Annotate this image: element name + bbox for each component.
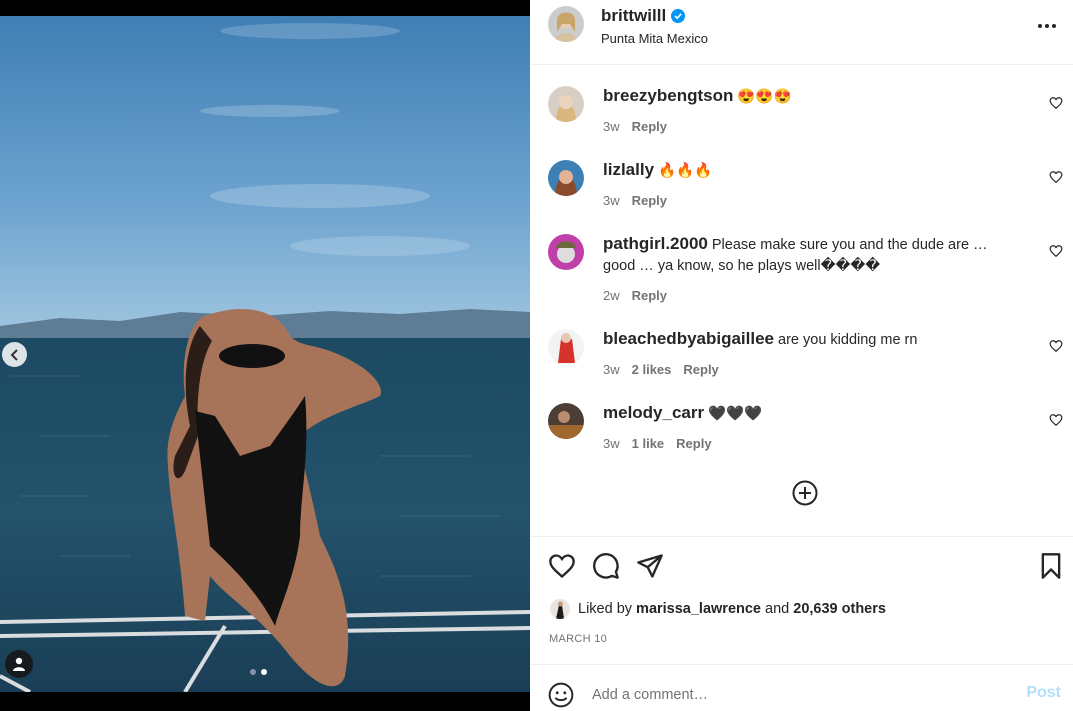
post-side-panel: brittwilll Punta Mita Mexico breezybengt… xyxy=(530,0,1073,711)
heart-icon[interactable] xyxy=(1049,244,1063,258)
author-username-text[interactable]: brittwilll xyxy=(601,6,666,26)
liked-by-prefix: Liked by xyxy=(578,601,633,617)
reply-button[interactable]: Reply xyxy=(632,285,667,306)
comment-username[interactable]: bleachedbyabigaillee xyxy=(603,329,774,348)
avatar-image xyxy=(548,160,584,196)
more-options-icon[interactable] xyxy=(1035,16,1059,36)
verified-badge-icon xyxy=(671,9,686,23)
post-photo[interactable] xyxy=(0,16,530,692)
media-pane xyxy=(0,0,530,711)
liked-by-user[interactable]: marissa_lawrence xyxy=(636,601,761,617)
post-actions: Liked by marissa_lawrence and 20,639 oth… xyxy=(530,536,1073,664)
commenter-avatar[interactable] xyxy=(548,86,584,122)
comment-time[interactable]: 3w xyxy=(603,190,620,211)
liked-by-text: Liked by marissa_lawrence and 20,639 oth… xyxy=(578,601,886,617)
comment-text: 🖤🖤🖤 xyxy=(708,406,763,422)
carousel-dot-active xyxy=(261,669,267,675)
load-more-comments-icon[interactable] xyxy=(791,479,819,507)
avatar-image xyxy=(548,6,584,42)
post-header: brittwilll Punta Mita Mexico xyxy=(530,0,1073,65)
liker-avatar[interactable] xyxy=(550,599,570,619)
user-icon xyxy=(13,657,25,671)
heart-icon[interactable] xyxy=(1049,96,1063,110)
commenter-avatar[interactable] xyxy=(548,234,584,270)
reply-button[interactable]: Reply xyxy=(632,116,667,137)
bookmark-icon[interactable] xyxy=(1037,552,1065,580)
avatar-image xyxy=(548,234,584,270)
comment-username[interactable]: melody_carr xyxy=(603,403,704,422)
comment-composer: Post xyxy=(530,664,1073,711)
carousel-dot xyxy=(250,669,256,675)
commenter-avatar[interactable] xyxy=(548,160,584,196)
tagged-users-button[interactable] xyxy=(5,650,33,678)
comment-meta: 3w 2 likes Reply xyxy=(603,359,1023,380)
author-avatar[interactable] xyxy=(548,6,584,42)
liked-by-others[interactable]: 20,639 others xyxy=(793,601,886,617)
comment-text: 🔥🔥🔥 xyxy=(658,163,713,179)
reply-button[interactable]: Reply xyxy=(683,359,718,380)
comment-body: lizlally 🔥🔥🔥 3w Reply xyxy=(603,159,1023,211)
comment-bubble-icon[interactable] xyxy=(592,552,620,580)
commenter-avatar[interactable] xyxy=(548,403,584,439)
reply-button[interactable]: Reply xyxy=(676,433,711,454)
liked-by-middle: and xyxy=(765,601,790,617)
chevron-left-icon xyxy=(10,348,18,361)
comment-username[interactable]: pathgirl.2000 xyxy=(603,234,708,253)
comment-meta: 3w Reply xyxy=(603,190,1023,211)
carousel-dots xyxy=(250,669,267,675)
comment-likes[interactable]: 2 likes xyxy=(632,359,672,380)
comment-body: melody_carr 🖤🖤🖤 3w 1 like Reply xyxy=(603,402,1023,454)
comment-body: breezybengtson 😍😍😍 3w Reply xyxy=(603,85,1023,137)
avatar-image xyxy=(550,599,570,619)
post-date[interactable]: MARCH 10 xyxy=(549,633,607,645)
comment-likes[interactable]: 1 like xyxy=(632,433,665,454)
comment-time[interactable]: 3w xyxy=(603,116,620,137)
comments-list: breezybengtson 😍😍😍 3w Reply lizlally 🔥🔥🔥 3… xyxy=(530,66,1073,536)
avatar-image xyxy=(548,329,584,365)
heart-icon[interactable] xyxy=(1049,413,1063,427)
avatar-image xyxy=(548,403,584,439)
post-location[interactable]: Punta Mita Mexico xyxy=(601,31,708,46)
comment-body: pathgirl.2000 Please make sure you and th… xyxy=(603,233,1023,306)
comment-meta: 3w Reply xyxy=(603,116,1023,137)
author-username[interactable]: brittwilll xyxy=(601,6,686,26)
post-comment-button[interactable]: Post xyxy=(1026,684,1061,702)
comment-time[interactable]: 3w xyxy=(603,359,620,380)
liked-by-summary: Liked by marissa_lawrence and 20,639 oth… xyxy=(550,599,886,619)
comment-username[interactable]: breezybengtson xyxy=(603,86,733,105)
comment-text: 😍😍😍 xyxy=(737,89,792,105)
commenter-avatar[interactable] xyxy=(548,329,584,365)
add-comment-input[interactable] xyxy=(592,678,992,711)
avatar-image xyxy=(548,86,584,122)
heart-icon[interactable] xyxy=(1049,170,1063,184)
comment-body: bleachedbyabigaillee are you kidding me r… xyxy=(603,328,1023,380)
comment-text: are you kidding me rn xyxy=(778,332,918,348)
previous-image-button[interactable] xyxy=(2,342,27,367)
comment-username[interactable]: lizlally xyxy=(603,160,654,179)
comment-time[interactable]: 2w xyxy=(603,285,620,306)
photo-scene xyxy=(0,16,530,692)
comment-time[interactable]: 3w xyxy=(603,433,620,454)
comment-meta: 2w Reply xyxy=(603,285,1023,306)
emoji-icon[interactable] xyxy=(548,682,574,708)
reply-button[interactable]: Reply xyxy=(632,190,667,211)
like-heart-icon[interactable] xyxy=(548,552,576,580)
heart-icon[interactable] xyxy=(1049,339,1063,353)
comment-meta: 3w 1 like Reply xyxy=(603,433,1023,454)
share-send-icon[interactable] xyxy=(636,552,664,580)
